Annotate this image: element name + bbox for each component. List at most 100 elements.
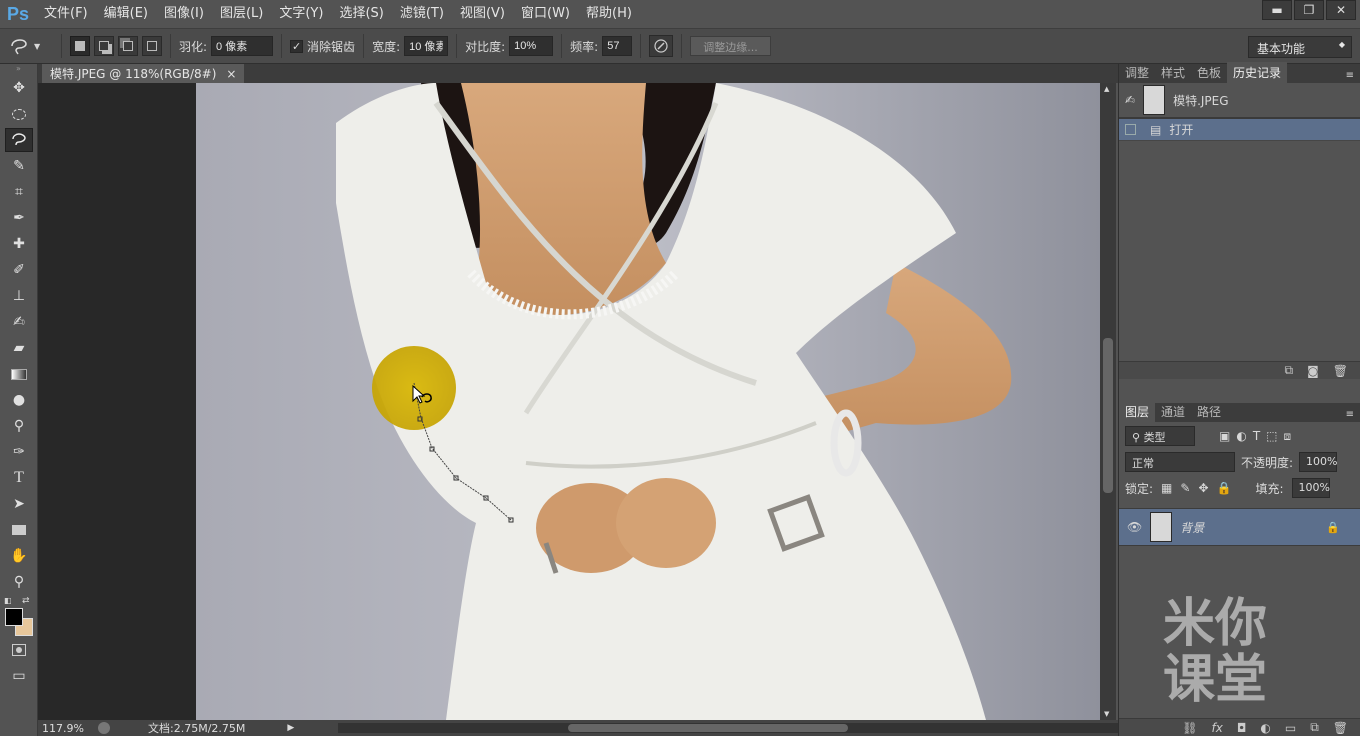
type-tool[interactable]: T <box>5 466 33 490</box>
menu-image[interactable]: 图像(I) <box>156 0 212 28</box>
workspace-switcher[interactable]: 基本功能 ◆ <box>1248 36 1352 58</box>
tool-preset-picker[interactable]: ▼ <box>0 34 62 58</box>
new-layer-icon[interactable]: ⧉ <box>1310 720 1319 735</box>
tab-history[interactable]: 历史记录 <box>1227 62 1288 83</box>
camera-snapshot-icon[interactable]: ◙ <box>1307 364 1319 378</box>
history-brush-tool[interactable]: ✍ <box>5 310 33 334</box>
filter-pixel-icon[interactable]: ▣ <box>1219 429 1230 443</box>
new-adjustment-icon[interactable]: ◐ <box>1260 721 1270 735</box>
pen-pressure-button[interactable] <box>649 35 674 57</box>
clone-stamp-tool[interactable]: ⊥ <box>5 284 33 308</box>
restore-button[interactable]: ❐ <box>1294 0 1324 20</box>
lock-position-icon[interactable]: ✥ <box>1198 481 1208 495</box>
foreground-color[interactable] <box>5 608 23 626</box>
quick-selection-tool[interactable]: ✎ <box>5 154 33 178</box>
history-state-checkbox[interactable] <box>1125 124 1136 135</box>
layer-style-fx-icon[interactable]: fx <box>1212 721 1223 735</box>
menu-type[interactable]: 文字(Y) <box>271 0 331 28</box>
tab-swatches[interactable]: 色板 <box>1191 62 1227 83</box>
trash-icon[interactable]: 🗑 <box>1333 364 1348 378</box>
lasso-tool[interactable] <box>5 128 33 152</box>
filter-adjustment-icon[interactable]: ◐ <box>1236 429 1246 443</box>
blend-mode-dropdown[interactable]: 正常 <box>1125 452 1235 472</box>
menu-window[interactable]: 窗口(W) <box>513 0 578 28</box>
filter-smart-object-icon[interactable]: ⧈ <box>1284 429 1292 444</box>
lock-image-icon[interactable]: ✎ <box>1180 481 1190 495</box>
filter-shape-icon[interactable]: ⬚ <box>1266 429 1277 443</box>
crop-tool[interactable]: ⌗ <box>5 180 33 204</box>
dodge-tool[interactable]: ⚲ <box>5 414 33 438</box>
close-tab-icon[interactable]: × <box>226 67 236 81</box>
status-info-icon[interactable] <box>98 722 110 734</box>
quick-mask-button[interactable] <box>5 638 33 662</box>
feather-input[interactable] <box>211 36 274 56</box>
layers-panel-menu-icon[interactable]: ≡ <box>1340 407 1360 422</box>
menu-help[interactable]: 帮助(H) <box>578 0 640 28</box>
zoom-level[interactable]: 117.9% <box>38 722 90 735</box>
close-button[interactable]: ✕ <box>1326 0 1356 20</box>
history-brush-source-icon[interactable]: ✍ <box>1125 93 1135 107</box>
menu-layer[interactable]: 图层(L) <box>212 0 271 28</box>
brush-tool[interactable]: ✐ <box>5 258 33 282</box>
status-menu-arrow-icon[interactable]: ▶ <box>287 723 294 733</box>
menu-file[interactable]: 文件(F) <box>36 0 96 28</box>
shape-tool[interactable] <box>5 518 33 542</box>
hand-tool[interactable]: ✋ <box>5 544 33 568</box>
screen-mode-button[interactable]: ▭ <box>5 664 33 688</box>
antialias-checkbox[interactable]: ✓ <box>290 39 304 53</box>
lock-transparent-icon[interactable]: ▦ <box>1161 481 1172 495</box>
zoom-tool[interactable]: ⚲ <box>5 570 33 594</box>
menu-edit[interactable]: 编辑(E) <box>96 0 156 28</box>
tab-styles[interactable]: 样式 <box>1155 62 1191 83</box>
intersect-selection-button[interactable] <box>142 36 162 56</box>
fill-input[interactable]: 100% <box>1291 478 1330 498</box>
frequency-input[interactable] <box>602 36 633 56</box>
lock-all-icon[interactable]: 🔒 <box>1217 481 1232 495</box>
layer-filter-dropdown[interactable]: ⚲ 类型 <box>1125 426 1195 446</box>
tab-adjustments[interactable]: 调整 <box>1119 62 1155 83</box>
tab-channels[interactable]: 通道 <box>1155 401 1191 422</box>
vertical-scroll-thumb[interactable] <box>1103 338 1113 493</box>
filter-type-icon[interactable]: T <box>1253 429 1260 443</box>
menu-view[interactable]: 视图(V) <box>452 0 513 28</box>
scroll-down-icon[interactable]: ▼ <box>1104 710 1109 718</box>
tab-paths[interactable]: 路径 <box>1191 401 1227 422</box>
history-state-open[interactable]: ▤ 打开 <box>1119 119 1360 141</box>
toolbar-grip[interactable]: » <box>0 64 37 74</box>
layer-row-background[interactable]: 👁 背景 🔒 <box>1119 508 1360 546</box>
eraser-tool[interactable]: ▰ <box>5 336 33 360</box>
width-input[interactable] <box>404 36 449 56</box>
healing-brush-tool[interactable]: ✚ <box>5 232 33 256</box>
horizontal-scroll-thumb[interactable] <box>568 724 848 732</box>
scroll-up-icon[interactable]: ▲ <box>1104 85 1109 93</box>
eye-icon[interactable]: 👁 <box>1127 520 1142 534</box>
new-document-from-state-icon[interactable]: ⧉ <box>1285 363 1294 378</box>
tab-layers[interactable]: 图层 <box>1119 401 1156 422</box>
add-mask-icon[interactable]: ◘ <box>1237 721 1247 735</box>
contrast-input[interactable] <box>509 36 554 56</box>
move-tool[interactable]: ✥ <box>5 76 33 100</box>
pen-tool[interactable]: ✑ <box>5 440 33 464</box>
blur-tool[interactable]: ● <box>5 388 33 412</box>
panel-menu-icon[interactable]: ≡ <box>1340 68 1360 83</box>
minimize-button[interactable]: ▬ <box>1262 0 1292 20</box>
marquee-tool[interactable] <box>5 102 33 126</box>
new-group-icon[interactable]: ▭ <box>1285 721 1296 735</box>
swap-colors-icon[interactable]: ⇄ <box>22 596 30 606</box>
delete-layer-icon[interactable]: 🗑 <box>1333 721 1348 735</box>
eyedropper-tool[interactable]: ✒ <box>5 206 33 230</box>
menu-filter[interactable]: 滤镜(T) <box>392 0 452 28</box>
add-to-selection-button[interactable] <box>94 36 114 56</box>
document-tab[interactable]: 模特.JPEG @ 118%(RGB/8#) × <box>42 64 245 83</box>
path-selection-tool[interactable]: ➤ <box>5 492 33 516</box>
refine-edge-button[interactable]: 调整边缘... <box>690 36 771 56</box>
history-snapshot[interactable]: ✍ 模特.JPEG <box>1119 83 1360 119</box>
subtract-from-selection-button[interactable] <box>118 36 138 56</box>
canvas-image[interactable] <box>196 83 1100 720</box>
default-colors-icon[interactable]: ◧ <box>4 596 12 605</box>
vertical-scrollbar[interactable]: ▲ ▼ <box>1100 83 1116 720</box>
gradient-tool[interactable] <box>5 362 33 386</box>
new-selection-button[interactable] <box>70 36 90 56</box>
link-layers-icon[interactable]: ⛓ <box>1182 721 1197 735</box>
menu-select[interactable]: 选择(S) <box>331 0 391 28</box>
